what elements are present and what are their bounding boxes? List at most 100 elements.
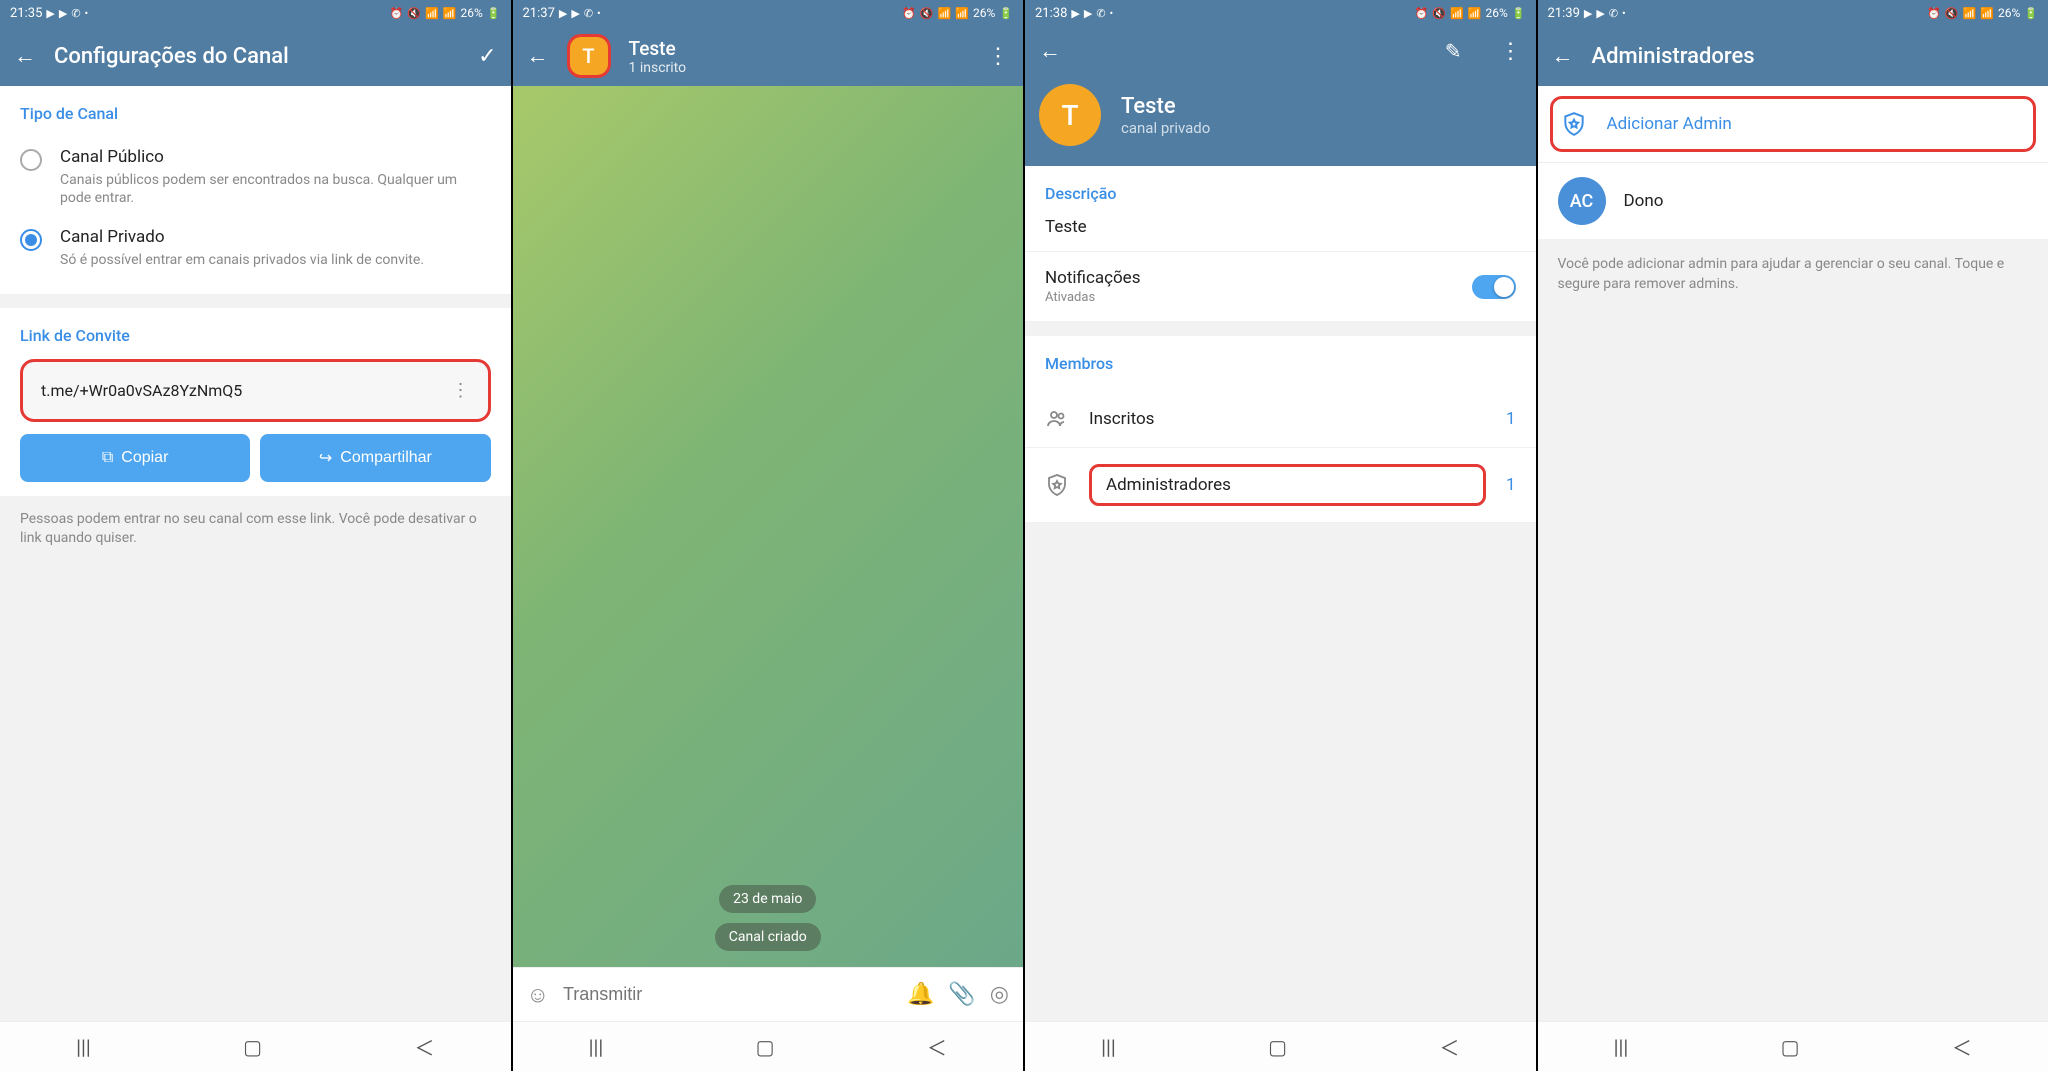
home-button[interactable]: ▢: [756, 1035, 775, 1059]
alarm-icon: ⏰: [390, 7, 404, 20]
subscribers-row[interactable]: Inscritos 1: [1025, 391, 1536, 448]
status-battery: 26%: [1486, 6, 1508, 20]
add-admin-row[interactable]: Adicionar Admin: [1550, 96, 2037, 152]
channel-name: Teste: [1121, 94, 1210, 119]
row-count: 1: [1506, 409, 1516, 429]
page-title: Configurações do Canal: [54, 44, 460, 69]
status-bar: 21:37 ▶ ▶ ✆ • ⏰ 🔇 📶 📶 26% 🔋: [513, 0, 1024, 26]
status-battery: 26%: [461, 6, 483, 20]
status-bar: 21:35 ▶ ▶ ✆ • ⏰ 🔇 📶 📶 26% 🔋: [0, 0, 511, 26]
description-value: Teste: [1045, 217, 1516, 237]
home-button[interactable]: ▢: [1268, 1035, 1287, 1059]
description-section: Descrição Teste: [1025, 166, 1536, 251]
system-message: Canal criado: [715, 923, 821, 951]
channel-sub: 1 inscrito: [629, 60, 970, 76]
mute-icon: 🔇: [1432, 7, 1446, 20]
battery-icon: 🔋: [999, 7, 1013, 20]
radio-unchecked-icon: [20, 149, 42, 171]
app-bar: ← T Teste 1 inscrito ⋮: [513, 26, 1024, 86]
whatsapp-icon: ✆: [584, 7, 593, 20]
row-label: Administradores: [1089, 464, 1486, 506]
share-icon: ↪: [319, 448, 332, 468]
public-channel-option[interactable]: Canal Público Canais públicos podem ser …: [20, 137, 491, 217]
section-title: Membros: [1045, 354, 1516, 373]
recents-button[interactable]: |||: [76, 1035, 91, 1059]
android-nav-bar: ||| ▢ ＜: [1025, 1021, 1536, 1071]
dot-icon: •: [85, 7, 89, 20]
dot-icon: •: [597, 7, 601, 20]
back-button[interactable]: ＜: [1952, 1032, 1972, 1061]
mute-icon[interactable]: 🔔: [907, 982, 934, 1007]
signal-icon: 📶: [938, 7, 952, 20]
back-button[interactable]: ＜: [927, 1032, 947, 1061]
row-sub: Ativadas: [1045, 290, 1452, 305]
mute-icon: 🔇: [1945, 7, 1959, 20]
home-button[interactable]: ▢: [243, 1035, 262, 1059]
rec-icon: ▶: [559, 7, 567, 20]
notifications-toggle[interactable]: [1472, 275, 1516, 299]
edit-icon[interactable]: ✎: [1445, 39, 1462, 63]
battery-icon: 🔋: [2024, 7, 2038, 20]
status-battery: 26%: [1998, 6, 2020, 20]
back-button[interactable]: ＜: [414, 1032, 434, 1061]
rec-icon: ▶: [1584, 7, 1592, 20]
section-title: Descrição: [1045, 184, 1516, 203]
status-time: 21:38: [1035, 6, 1067, 21]
signal-icon: 📶: [425, 7, 439, 20]
copy-icon: ⧉: [102, 449, 113, 467]
app-bar: ← Configurações do Canal ✓: [0, 26, 511, 86]
dot-icon: •: [1622, 7, 1626, 20]
more-icon[interactable]: ⋮: [452, 380, 470, 401]
back-button[interactable]: ＜: [1439, 1032, 1459, 1061]
channel-avatar[interactable]: T: [1039, 84, 1101, 146]
back-icon[interactable]: ←: [1039, 38, 1061, 64]
signal-icon: 📶: [1450, 7, 1464, 20]
attach-icon[interactable]: 📎: [948, 982, 975, 1007]
profile-header: ← ✎ ⋮ T Teste canal privado: [1025, 26, 1536, 166]
recents-button[interactable]: |||: [1614, 1035, 1629, 1059]
signal-icon: 📶: [1980, 7, 1994, 20]
copy-button[interactable]: ⧉ Copiar: [20, 434, 250, 482]
recents-button[interactable]: |||: [589, 1035, 604, 1059]
status-time: 21:37: [523, 6, 555, 21]
share-button[interactable]: ↪ Compartilhar: [260, 434, 490, 482]
screen-administrators: 21:39 ▶ ▶ ✆ • ⏰ 🔇 📶 📶 26% 🔋 ← Administra…: [1538, 0, 2048, 1071]
confirm-icon[interactable]: ✓: [478, 44, 496, 69]
admin-role: Dono: [1624, 191, 1664, 211]
invite-link-box[interactable]: t.me/+Wr0a0vSAz8YzNmQ5 ⋮: [20, 359, 491, 422]
record-icon[interactable]: ◎: [990, 982, 1009, 1007]
content: Adicionar Admin AC Dono Você pode adicio…: [1538, 86, 2048, 1021]
whatsapp-icon: ✆: [1609, 7, 1618, 20]
battery-icon: 🔋: [1512, 7, 1526, 20]
radio-checked-icon: [20, 229, 42, 251]
notifications-row[interactable]: Notificações Ativadas: [1025, 251, 1536, 322]
rec-icon: ▶: [1071, 7, 1079, 20]
channel-avatar[interactable]: T: [567, 34, 611, 78]
section-title: Link de Convite: [20, 326, 491, 345]
more-icon[interactable]: ⋮: [987, 44, 1009, 69]
message-input[interactable]: [563, 984, 893, 1005]
alarm-icon: ⏰: [1927, 7, 1941, 20]
shield-icon: [1045, 473, 1069, 497]
option-label: Canal Privado: [60, 227, 424, 247]
battery-icon: 🔋: [487, 7, 501, 20]
channel-header-info[interactable]: Teste 1 inscrito: [629, 37, 970, 76]
private-channel-option[interactable]: Canal Privado Só é possível entrar em ca…: [20, 217, 491, 279]
back-icon[interactable]: ←: [527, 43, 549, 69]
more-icon[interactable]: ⋮: [1500, 39, 1522, 64]
row-count: 1: [1506, 475, 1516, 495]
section-title: Tipo de Canal: [20, 104, 491, 123]
recents-button[interactable]: |||: [1101, 1035, 1116, 1059]
emoji-icon[interactable]: ☺: [527, 982, 549, 1008]
page-title: Administradores: [1592, 44, 2035, 69]
members-section: Membros: [1025, 336, 1536, 391]
back-icon[interactable]: ←: [14, 43, 36, 69]
screen-channel-chat: 21:37 ▶ ▶ ✆ • ⏰ 🔇 📶 📶 26% 🔋 ← T Teste 1 …: [513, 0, 1024, 1071]
row-label: Inscritos: [1089, 409, 1486, 429]
admins-row[interactable]: Administradores 1: [1025, 448, 1536, 523]
option-desc: Só é possível entrar em canais privados …: [60, 251, 424, 269]
back-icon[interactable]: ←: [1552, 43, 1574, 69]
admin-list-item[interactable]: AC Dono: [1538, 163, 2048, 239]
home-button[interactable]: ▢: [1781, 1035, 1800, 1059]
channel-sub: canal privado: [1121, 119, 1210, 137]
